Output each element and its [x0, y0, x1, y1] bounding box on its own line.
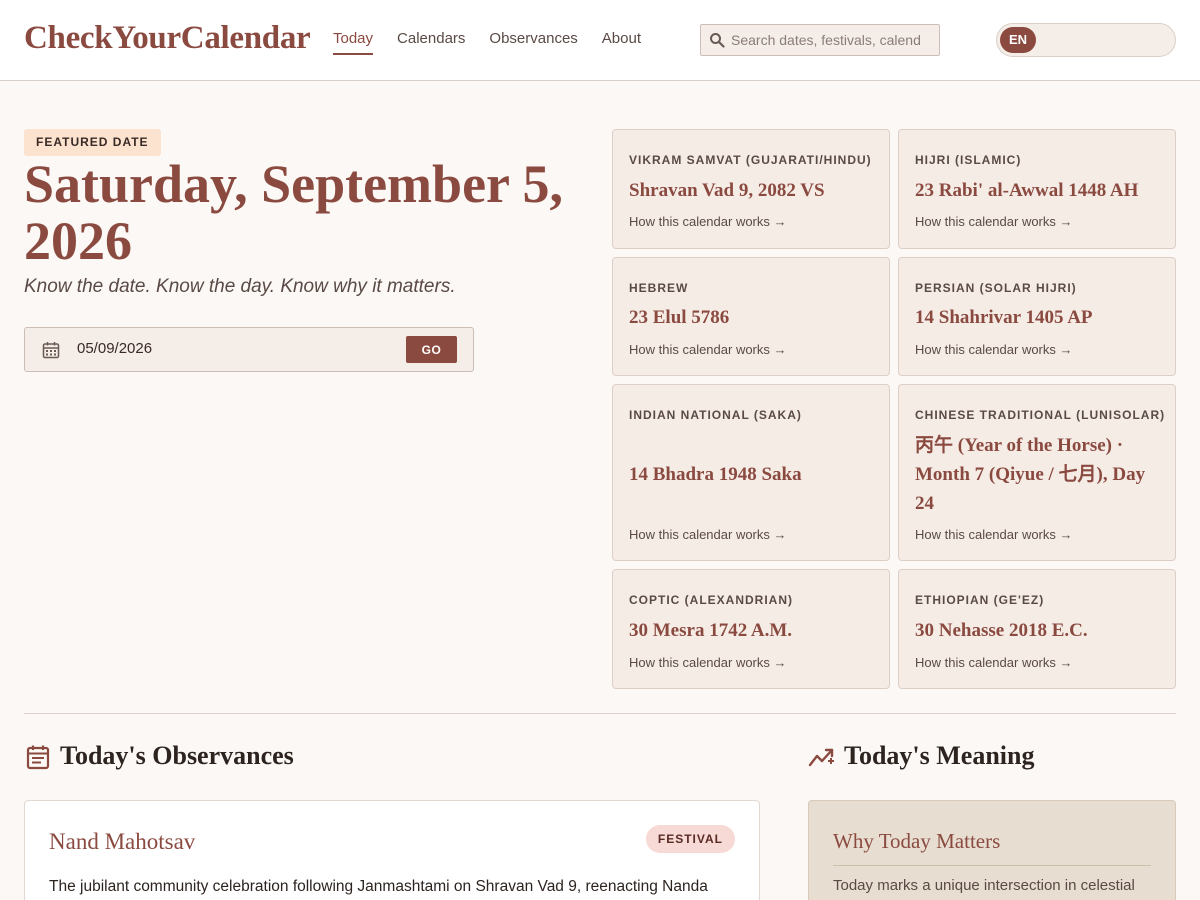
site-header: CheckYourCalendar Today Calendars Observ… — [0, 0, 1200, 81]
go-button[interactable]: GO — [406, 336, 457, 363]
calendar-card-value: 30 Nehasse 2018 E.C. — [915, 620, 1088, 641]
calendar-info-link[interactable]: How this calendar works → — [915, 655, 1073, 670]
calendar-card-label: HIJRI (ISLAMIC) — [915, 153, 1022, 167]
observance-description: The jubilant community celebration follo… — [49, 878, 708, 895]
featured-date-title: Saturday, September 5, 2026 — [24, 154, 564, 271]
meaning-card: Why Today Matters Today marks a unique i… — [808, 800, 1176, 900]
meaning-card-title: Why Today Matters — [833, 829, 1001, 853]
calendar-card-label: HEBREW — [629, 281, 689, 295]
tagline: Know the date. Know the day. Know why it… — [24, 276, 456, 297]
calendar-icon[interactable] — [42, 341, 60, 359]
language-switcher[interactable]: EN — [996, 23, 1176, 57]
meaning-heading: Today's Meaning — [844, 741, 1035, 770]
observances-icon — [26, 745, 50, 770]
nav-calendars[interactable]: Calendars — [397, 30, 465, 55]
featured-date-badge: FEATURED DATE — [24, 129, 161, 156]
calendar-card-chinese: CHINESE TRADITIONAL (LUNISOLAR) 丙午 (Year… — [898, 384, 1176, 561]
site-logo[interactable]: CheckYourCalendar — [24, 20, 311, 57]
calendar-card-ethiopian: ETHIOPIAN (GE'EZ) 30 Nehasse 2018 E.C. H… — [898, 569, 1176, 689]
calendar-card-value: 14 Bhadra 1948 Saka — [629, 464, 802, 485]
date-picker: GO — [24, 327, 474, 372]
calendar-info-link[interactable]: How this calendar works → — [629, 527, 787, 542]
calendar-info-link[interactable]: How this calendar works → — [915, 342, 1073, 357]
calendar-info-link[interactable]: How this calendar works → — [629, 342, 787, 357]
calendar-card-saka: INDIAN NATIONAL (SAKA) 14 Bhadra 1948 Sa… — [612, 384, 890, 561]
calendar-card-value: 14 Shahrivar 1405 AP — [915, 307, 1093, 328]
meaning-icon — [808, 748, 834, 767]
calendar-card-label: INDIAN NATIONAL (SAKA) — [629, 408, 802, 422]
calendar-info-link[interactable]: How this calendar works → — [629, 214, 787, 229]
calendar-info-link[interactable]: How this calendar works → — [629, 655, 787, 670]
calendar-card-value: 丙午 (Year of the Horse) · Month 7 (Qiyue … — [915, 435, 1146, 514]
nav-about[interactable]: About — [602, 30, 641, 55]
calendar-card-label: ETHIOPIAN (GE'EZ) — [915, 593, 1045, 607]
meaning-text: Today marks a unique intersection in cel… — [833, 877, 1135, 894]
section-divider — [24, 713, 1176, 714]
calendar-card-persian: PERSIAN (SOLAR HIJRI) 14 Shahrivar 1405 … — [898, 257, 1176, 376]
language-en-button[interactable]: EN — [1000, 27, 1036, 53]
calendar-info-link[interactable]: How this calendar works → — [915, 527, 1073, 542]
observance-type-badge: FESTIVAL — [645, 825, 735, 853]
meaning-divider — [833, 865, 1151, 866]
calendar-card-value: 30 Mesra 1742 A.M. — [629, 620, 793, 641]
main-nav: Today Calendars Observances About — [333, 30, 641, 55]
search-input[interactable] — [731, 32, 921, 48]
observances-heading: Today's Observances — [60, 741, 294, 770]
calendar-card-label: PERSIAN (SOLAR HIJRI) — [915, 281, 1077, 295]
calendar-card-label: CHINESE TRADITIONAL (LUNISOLAR) — [915, 408, 1166, 422]
calendar-card-hijri: HIJRI (ISLAMIC) 23 Rabi' al-Awwal 1448 A… — [898, 129, 1176, 249]
calendar-card-value: Shravan Vad 9, 2082 VS — [629, 180, 825, 201]
calendar-card-coptic: COPTIC (ALEXANDRIAN) 30 Mesra 1742 A.M. … — [612, 569, 890, 689]
calendar-card-label: VIKRAM SAMVAT (GUJARATI/HINDU) — [629, 153, 872, 167]
date-input[interactable] — [77, 340, 377, 357]
calendar-card-vikram-samvat: VIKRAM SAMVAT (GUJARATI/HINDU) Shravan V… — [612, 129, 890, 249]
search-box — [700, 24, 940, 56]
calendar-card-value: 23 Elul 5786 — [629, 307, 730, 328]
calendar-card-hebrew: HEBREW 23 Elul 5786 How this calendar wo… — [612, 257, 890, 376]
nav-today[interactable]: Today — [333, 30, 374, 55]
search-icon — [710, 33, 725, 48]
calendar-info-link[interactable]: How this calendar works → — [915, 214, 1073, 229]
calendar-card-value: 23 Rabi' al-Awwal 1448 AH — [915, 180, 1139, 201]
calendar-card-label: COPTIC (ALEXANDRIAN) — [629, 593, 793, 607]
nav-observances[interactable]: Observances — [489, 30, 577, 55]
observance-card[interactable]: Nand Mahotsav FESTIVAL The jubilant comm… — [24, 800, 760, 900]
observance-title[interactable]: Nand Mahotsav — [49, 829, 195, 855]
